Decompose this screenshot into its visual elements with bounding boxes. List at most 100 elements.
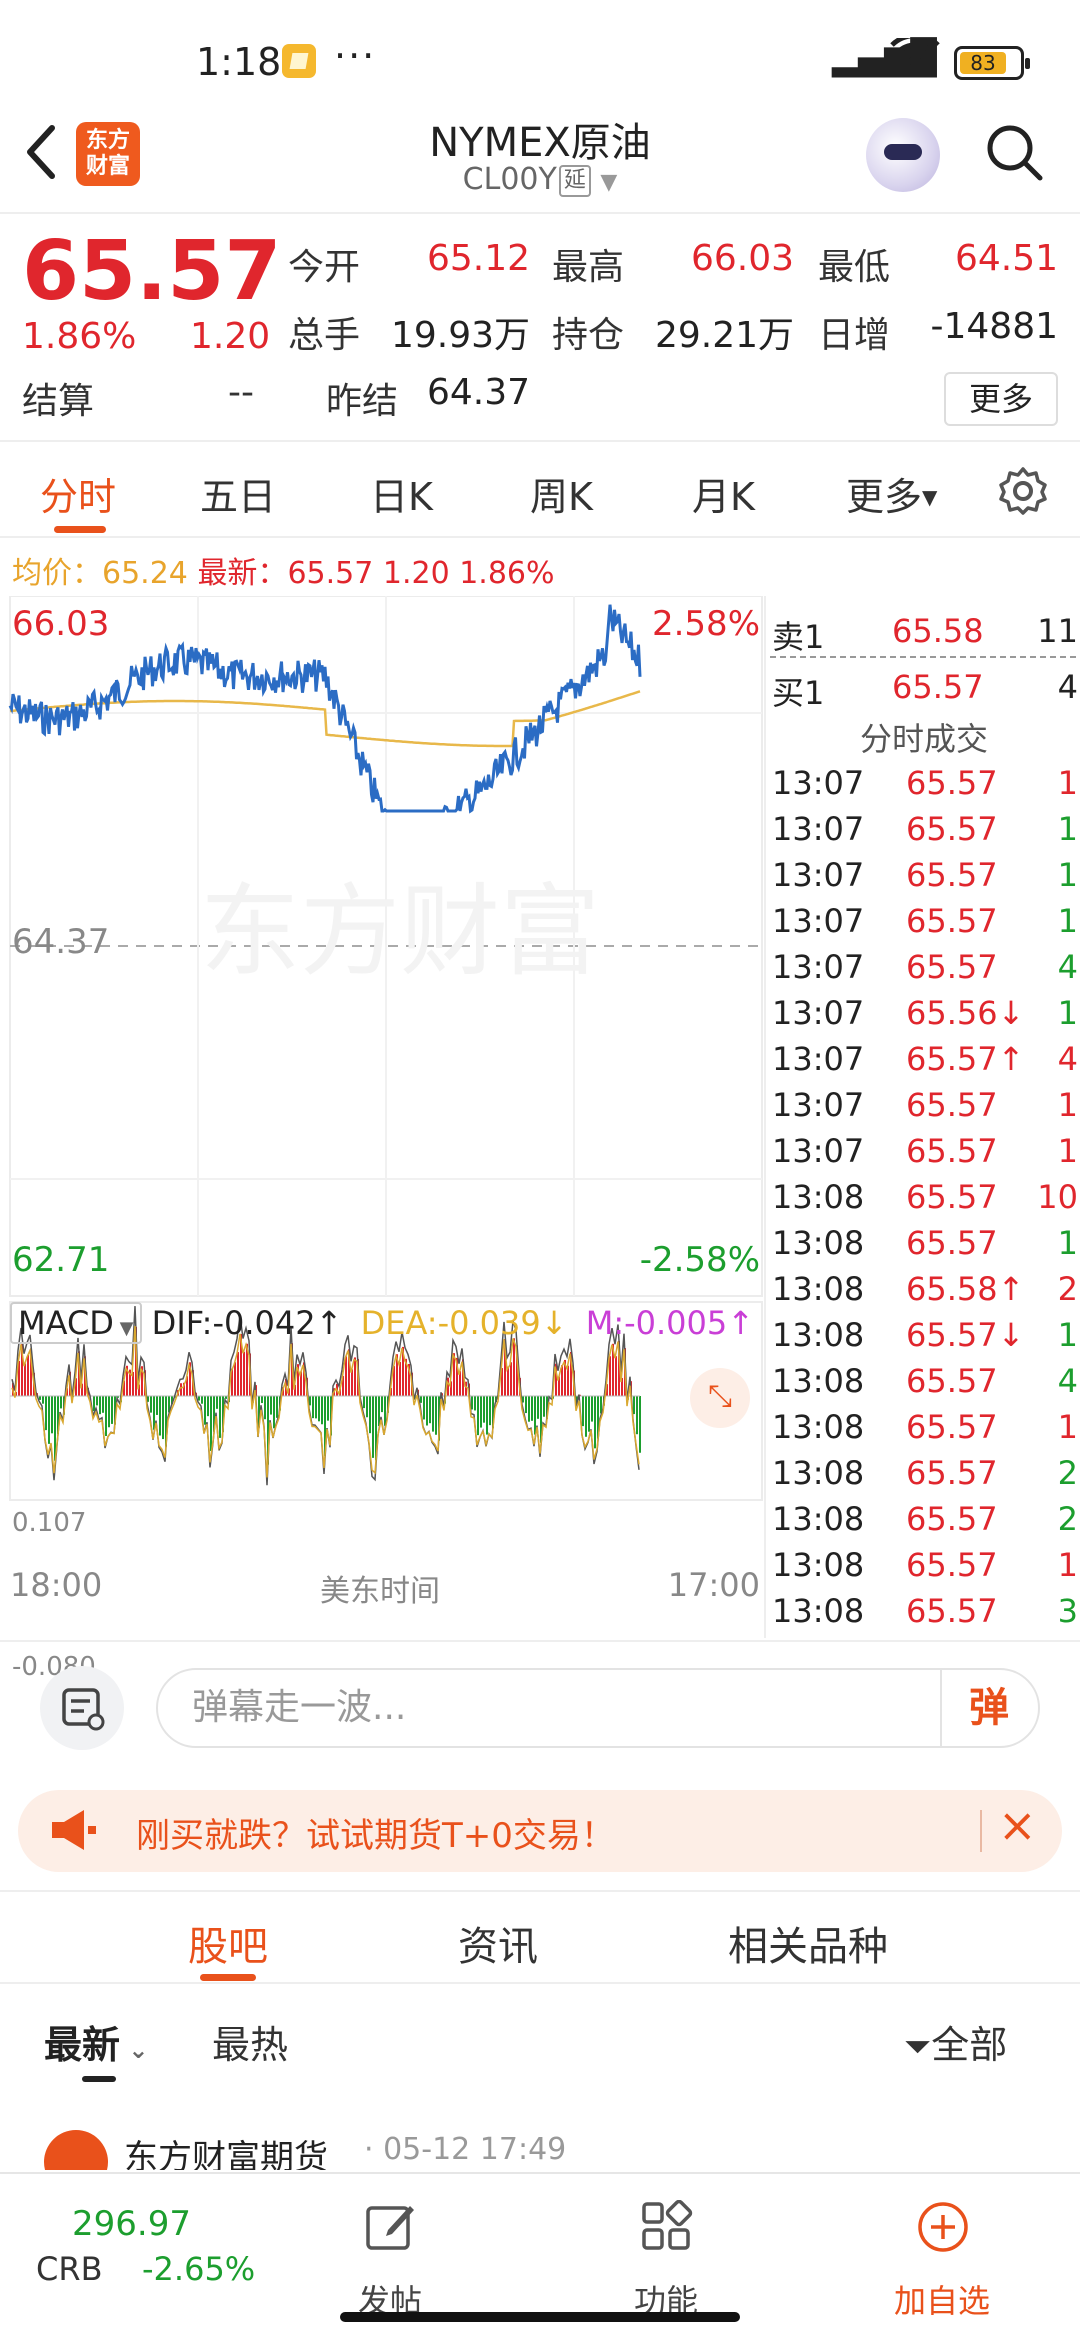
trade-row: 13:07 65.56↓ 1 [766,994,1080,1040]
search-icon[interactable] [984,122,1044,182]
trade-price: 65.57 [906,902,998,940]
macd-bar [420,1396,422,1403]
post-button[interactable]: 发帖 [320,2180,460,2330]
avg-price-value: 65.24 [102,556,188,591]
tab-intraday[interactable]: 分时 [40,466,116,521]
macd-bar [51,1396,53,1434]
macd-bar [381,1396,383,1413]
more-quote-button[interactable]: 更多 [944,372,1058,426]
macd-bar [534,1396,536,1435]
macd-bar [42,1396,44,1404]
settle-value: -- [228,372,254,413]
trade-time: 13:07 [772,902,865,940]
trade-price: 65.57 [906,856,998,894]
volume-value: 19.93万 [390,315,530,356]
add-watchlist-button[interactable]: 加自选 [872,2180,1012,2330]
trade-volume: 4 [1057,1040,1078,1078]
danmu-input[interactable]: 弹幕走一波... [156,1668,1040,1748]
macd-bar [588,1396,590,1432]
trade-row: 13:07 65.57 1 [766,856,1080,902]
trade-row: 13:08 65.58↑ 2 [766,1270,1080,1316]
status-bar: 1:18 ··· ▂▄▆█ 83 [0,0,1080,110]
y-min-pct-label: -2.58% [639,1240,760,1280]
trade-volume: 3 [1057,1592,1078,1630]
macd-bar [24,1363,26,1396]
tab-daily-k[interactable]: 日K [370,466,433,521]
sort-hot[interactable]: 最热 [212,2014,288,2069]
expand-icon[interactable]: ⤡ [690,1368,750,1428]
trade-row: 13:07 65.57 1 [766,810,1080,856]
danmu-send-button[interactable]: 弹 [940,1670,1036,1746]
macd-bar [435,1396,437,1435]
open-value: 65.12 [426,238,530,279]
latest-change: 1.20 [382,556,450,591]
danmu-settings-icon[interactable] [40,1666,124,1750]
tab-weekly-k[interactable]: 周K [530,466,593,521]
macd-bar [471,1396,473,1410]
close-icon[interactable]: × [998,1798,1037,1852]
gear-icon[interactable] [998,466,1048,516]
trade-volume: 2 [1057,1500,1078,1538]
trade-time: 13:07 [772,856,865,894]
trade-volume: 1 [1057,1132,1078,1170]
trade-price: 65.57 [906,1086,998,1124]
assistant-robot-icon[interactable] [866,118,940,192]
macd-bar [432,1396,434,1432]
macd-bar [108,1396,110,1428]
intraday-chart[interactable]: 东方财富 66.03 2.58% 64.37 62.71 -2.58% 0.10… [0,596,764,1682]
period-tabs: 分时 五日 日K 周K 月K 更多▼ [0,444,1080,538]
m-value: M:-0.005↑ [585,1304,755,1342]
tab-guba[interactable]: 股吧 [188,1914,268,1972]
header: 东方 财富 NYMEX原油 CL00Y 延 ▼ [0,110,1080,214]
post-filter-row: 最新 ⌄ 最热 ⏷全部 [0,1990,1080,2090]
tab-five-day[interactable]: 五日 [200,466,276,521]
macd-bar [273,1396,275,1429]
trade-row: 13:07 65.57↑ 4 [766,1040,1080,1086]
macd-bar [210,1396,212,1451]
danmu-bar: 弹幕走一波... 弹 [0,1640,1080,1770]
macd-bar [99,1396,101,1415]
y-mid-label: 64.37 [12,922,110,962]
post-time: · 05-12 17:49 [364,2132,567,2167]
macd-bar [219,1396,221,1438]
trade-row: 13:08 65.57 2 [766,1454,1080,1500]
function-button[interactable]: 功能 [596,2180,736,2330]
tab-news[interactable]: 资讯 [458,1914,538,1972]
filter-icon: ⏷ [904,2027,932,2067]
macd-bar [633,1396,635,1415]
m-text: M:-0.005 [585,1304,728,1342]
promo-banner[interactable]: 刚买就跌？试试期货T+0交易！ × [18,1790,1062,1872]
tab-monthly-k[interactable]: 月K [692,466,755,521]
ask-row: 卖1 65.58 11 [766,604,1080,660]
sort-latest[interactable]: 最新 ⌄ [44,2014,148,2069]
book-divider [770,656,1076,658]
high-value: 66.03 [690,238,794,279]
tab-more[interactable]: 更多▼ [846,466,937,521]
filter-all[interactable]: ⏷全部 [904,2014,1007,2069]
tab-more-label: 更多 [846,475,923,519]
indicator-select[interactable]: MACD ▼ [10,1302,142,1344]
macd-bar [480,1396,482,1428]
macd-bar [111,1396,113,1424]
bid-price: 65.57 [892,668,984,706]
trade-price: 65.57 [906,1132,998,1170]
macd-bar [327,1396,329,1421]
macd-bar [243,1351,245,1396]
macd-bar [180,1383,182,1396]
prev-settle-label: 昨结 [326,381,399,422]
tab-related[interactable]: 相关品种 [728,1914,888,1972]
edit-icon [364,2200,418,2258]
post-item[interactable]: 东方财富期货 · 05-12 17:49 [0,2130,1080,2170]
avg-price-label: 均价： [12,556,102,591]
promo-text: 刚买就跌？试试期货T+0交易！ [136,1816,615,1856]
active-community-tab-indicator [200,1974,256,1981]
trade-row: 13:07 65.57 4 [766,948,1080,994]
sort-latest-label: 最新 [44,2023,121,2067]
trade-volume: 1 [1057,810,1078,848]
promo-divider [980,1810,982,1852]
macd-bar [150,1396,152,1413]
macd-bar [201,1396,203,1404]
macd-bar [474,1396,476,1411]
trade-volume: 1 [1057,856,1078,894]
crb-index[interactable]: 296.97 CRB -2.65% [30,2184,270,2294]
